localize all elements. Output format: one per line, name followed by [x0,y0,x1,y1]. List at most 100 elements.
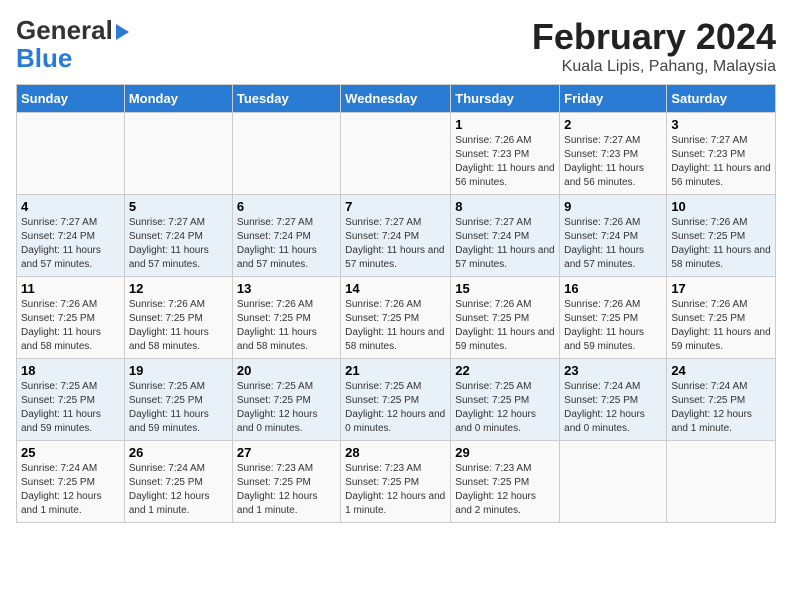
logo-general: General [16,15,113,45]
calendar-cell: 8 Sunrise: 7:27 AM Sunset: 7:24 PM Daylig… [451,195,560,277]
day-info: Sunrise: 7:25 AM Sunset: 7:25 PM Dayligh… [345,380,446,436]
calendar-cell: 20 Sunrise: 7:25 AM Sunset: 7:25 PM Dayli… [232,359,340,441]
day-number: 1 [455,117,555,132]
calendar-cell: 15Sunrise: 7:26 AM Sunset: 7:25 PM Dayli… [451,277,560,359]
title-area: February 2024 Kuala Lipis, Pahang, Malay… [532,16,776,76]
day-info: Sunrise: 7:27 AM Sunset: 7:23 PM Dayligh… [564,134,662,190]
col-header-friday: Friday [560,85,667,113]
day-info: Sunrise: 7:26 AM Sunset: 7:25 PM Dayligh… [21,298,120,354]
page-title: February 2024 [532,16,776,58]
calendar-cell: 18 Sunrise: 7:25 AM Sunset: 7:25 PM Dayli… [17,359,125,441]
day-info: Sunrise: 7:23 AM Sunset: 7:25 PM Dayligh… [345,462,446,518]
day-info: Sunrise: 7:25 AM Sunset: 7:25 PM Dayligh… [455,380,555,436]
calendar-cell: 17Sunrise: 7:26 AM Sunset: 7:25 PM Dayli… [667,277,776,359]
col-header-wednesday: Wednesday [341,85,451,113]
day-number: 18 [21,363,120,378]
logo: General Blue [16,16,129,71]
day-info: Sunrise: 7:26 AM Sunset: 7:25 PM Dayligh… [671,216,771,272]
header: General Blue February 2024 Kuala Lipis, … [16,16,776,76]
day-info: Sunrise: 7:27 AM Sunset: 7:24 PM Dayligh… [455,216,555,272]
calendar-cell: 28 Sunrise: 7:23 AM Sunset: 7:25 PM Dayli… [341,441,451,523]
calendar-cell: 5Sunrise: 7:27 AM Sunset: 7:24 PM Daylig… [124,195,232,277]
day-number: 15 [455,281,555,296]
day-number: 17 [671,281,771,296]
day-info: Sunrise: 7:26 AM Sunset: 7:25 PM Dayligh… [129,298,228,354]
day-info: Sunrise: 7:27 AM Sunset: 7:23 PM Dayligh… [671,134,771,190]
calendar-table: SundayMondayTuesdayWednesdayThursdayFrid… [16,84,776,523]
day-info: Sunrise: 7:25 AM Sunset: 7:25 PM Dayligh… [21,380,120,436]
day-info: Sunrise: 7:25 AM Sunset: 7:25 PM Dayligh… [237,380,336,436]
calendar-cell: 13 Sunrise: 7:26 AM Sunset: 7:25 PM Dayli… [232,277,340,359]
day-number: 8 [455,199,555,214]
calendar-cell: 24 Sunrise: 7:24 AM Sunset: 7:25 PM Dayli… [667,359,776,441]
day-info: Sunrise: 7:23 AM Sunset: 7:25 PM Dayligh… [237,462,336,518]
day-info: Sunrise: 7:24 AM Sunset: 7:25 PM Dayligh… [21,462,120,518]
day-info: Sunrise: 7:24 AM Sunset: 7:25 PM Dayligh… [129,462,228,518]
calendar-cell [667,441,776,523]
calendar-cell: 7Sunrise: 7:27 AM Sunset: 7:24 PM Daylig… [341,195,451,277]
page-subtitle: Kuala Lipis, Pahang, Malaysia [532,58,776,76]
calendar-cell: 10 Sunrise: 7:26 AM Sunset: 7:25 PM Dayli… [667,195,776,277]
day-info: Sunrise: 7:24 AM Sunset: 7:25 PM Dayligh… [671,380,771,436]
calendar-cell: 3 Sunrise: 7:27 AM Sunset: 7:23 PM Daylig… [667,113,776,195]
day-number: 11 [21,281,120,296]
day-info: Sunrise: 7:25 AM Sunset: 7:25 PM Dayligh… [129,380,228,436]
day-info: Sunrise: 7:27 AM Sunset: 7:24 PM Dayligh… [345,216,446,272]
day-number: 20 [237,363,336,378]
day-number: 16 [564,281,662,296]
calendar-cell [232,113,340,195]
calendar-cell: 23 Sunrise: 7:24 AM Sunset: 7:25 PM Dayli… [560,359,667,441]
calendar-cell [341,113,451,195]
calendar-cell: 29 Sunrise: 7:23 AM Sunset: 7:25 PM Dayli… [451,441,560,523]
day-info: Sunrise: 7:23 AM Sunset: 7:25 PM Dayligh… [455,462,555,518]
col-header-saturday: Saturday [667,85,776,113]
calendar-cell: 9 Sunrise: 7:26 AM Sunset: 7:24 PM Daylig… [560,195,667,277]
day-number: 9 [564,199,662,214]
day-info: Sunrise: 7:26 AM Sunset: 7:25 PM Dayligh… [345,298,446,354]
calendar-cell: 14 Sunrise: 7:26 AM Sunset: 7:25 PM Dayli… [341,277,451,359]
col-header-thursday: Thursday [451,85,560,113]
logo-blue: Blue [16,45,129,71]
day-number: 3 [671,117,771,132]
day-number: 6 [237,199,336,214]
calendar-cell [560,441,667,523]
calendar-cell: 16 Sunrise: 7:26 AM Sunset: 7:25 PM Dayli… [560,277,667,359]
calendar-cell: 21 Sunrise: 7:25 AM Sunset: 7:25 PM Dayli… [341,359,451,441]
calendar-cell: 25 Sunrise: 7:24 AM Sunset: 7:25 PM Dayli… [17,441,125,523]
day-number: 14 [345,281,446,296]
calendar-cell [17,113,125,195]
day-number: 21 [345,363,446,378]
day-number: 10 [671,199,771,214]
day-number: 26 [129,445,228,460]
day-number: 13 [237,281,336,296]
day-info: Sunrise: 7:24 AM Sunset: 7:25 PM Dayligh… [564,380,662,436]
calendar-cell [124,113,232,195]
calendar-cell: 11 Sunrise: 7:26 AM Sunset: 7:25 PM Dayli… [17,277,125,359]
day-number: 27 [237,445,336,460]
day-info: Sunrise: 7:26 AM Sunset: 7:24 PM Dayligh… [564,216,662,272]
calendar-cell: 4Sunrise: 7:27 AM Sunset: 7:24 PM Daylig… [17,195,125,277]
day-number: 12 [129,281,228,296]
calendar-cell: 1 Sunrise: 7:26 AM Sunset: 7:23 PM Daylig… [451,113,560,195]
col-header-tuesday: Tuesday [232,85,340,113]
day-number: 4 [21,199,120,214]
day-number: 25 [21,445,120,460]
logo-arrow-icon [116,24,129,40]
day-info: Sunrise: 7:27 AM Sunset: 7:24 PM Dayligh… [237,216,336,272]
day-number: 29 [455,445,555,460]
calendar-cell: 22 Sunrise: 7:25 AM Sunset: 7:25 PM Dayli… [451,359,560,441]
calendar-cell: 6 Sunrise: 7:27 AM Sunset: 7:24 PM Daylig… [232,195,340,277]
day-info: Sunrise: 7:27 AM Sunset: 7:24 PM Dayligh… [129,216,228,272]
col-header-monday: Monday [124,85,232,113]
day-info: Sunrise: 7:26 AM Sunset: 7:25 PM Dayligh… [237,298,336,354]
day-number: 24 [671,363,771,378]
day-number: 2 [564,117,662,132]
calendar-cell: 27 Sunrise: 7:23 AM Sunset: 7:25 PM Dayli… [232,441,340,523]
day-info: Sunrise: 7:26 AM Sunset: 7:25 PM Dayligh… [564,298,662,354]
calendar-cell: 19Sunrise: 7:25 AM Sunset: 7:25 PM Dayli… [124,359,232,441]
day-number: 22 [455,363,555,378]
day-number: 23 [564,363,662,378]
day-info: Sunrise: 7:26 AM Sunset: 7:23 PM Dayligh… [455,134,555,190]
day-number: 28 [345,445,446,460]
calendar-cell: 12 Sunrise: 7:26 AM Sunset: 7:25 PM Dayli… [124,277,232,359]
